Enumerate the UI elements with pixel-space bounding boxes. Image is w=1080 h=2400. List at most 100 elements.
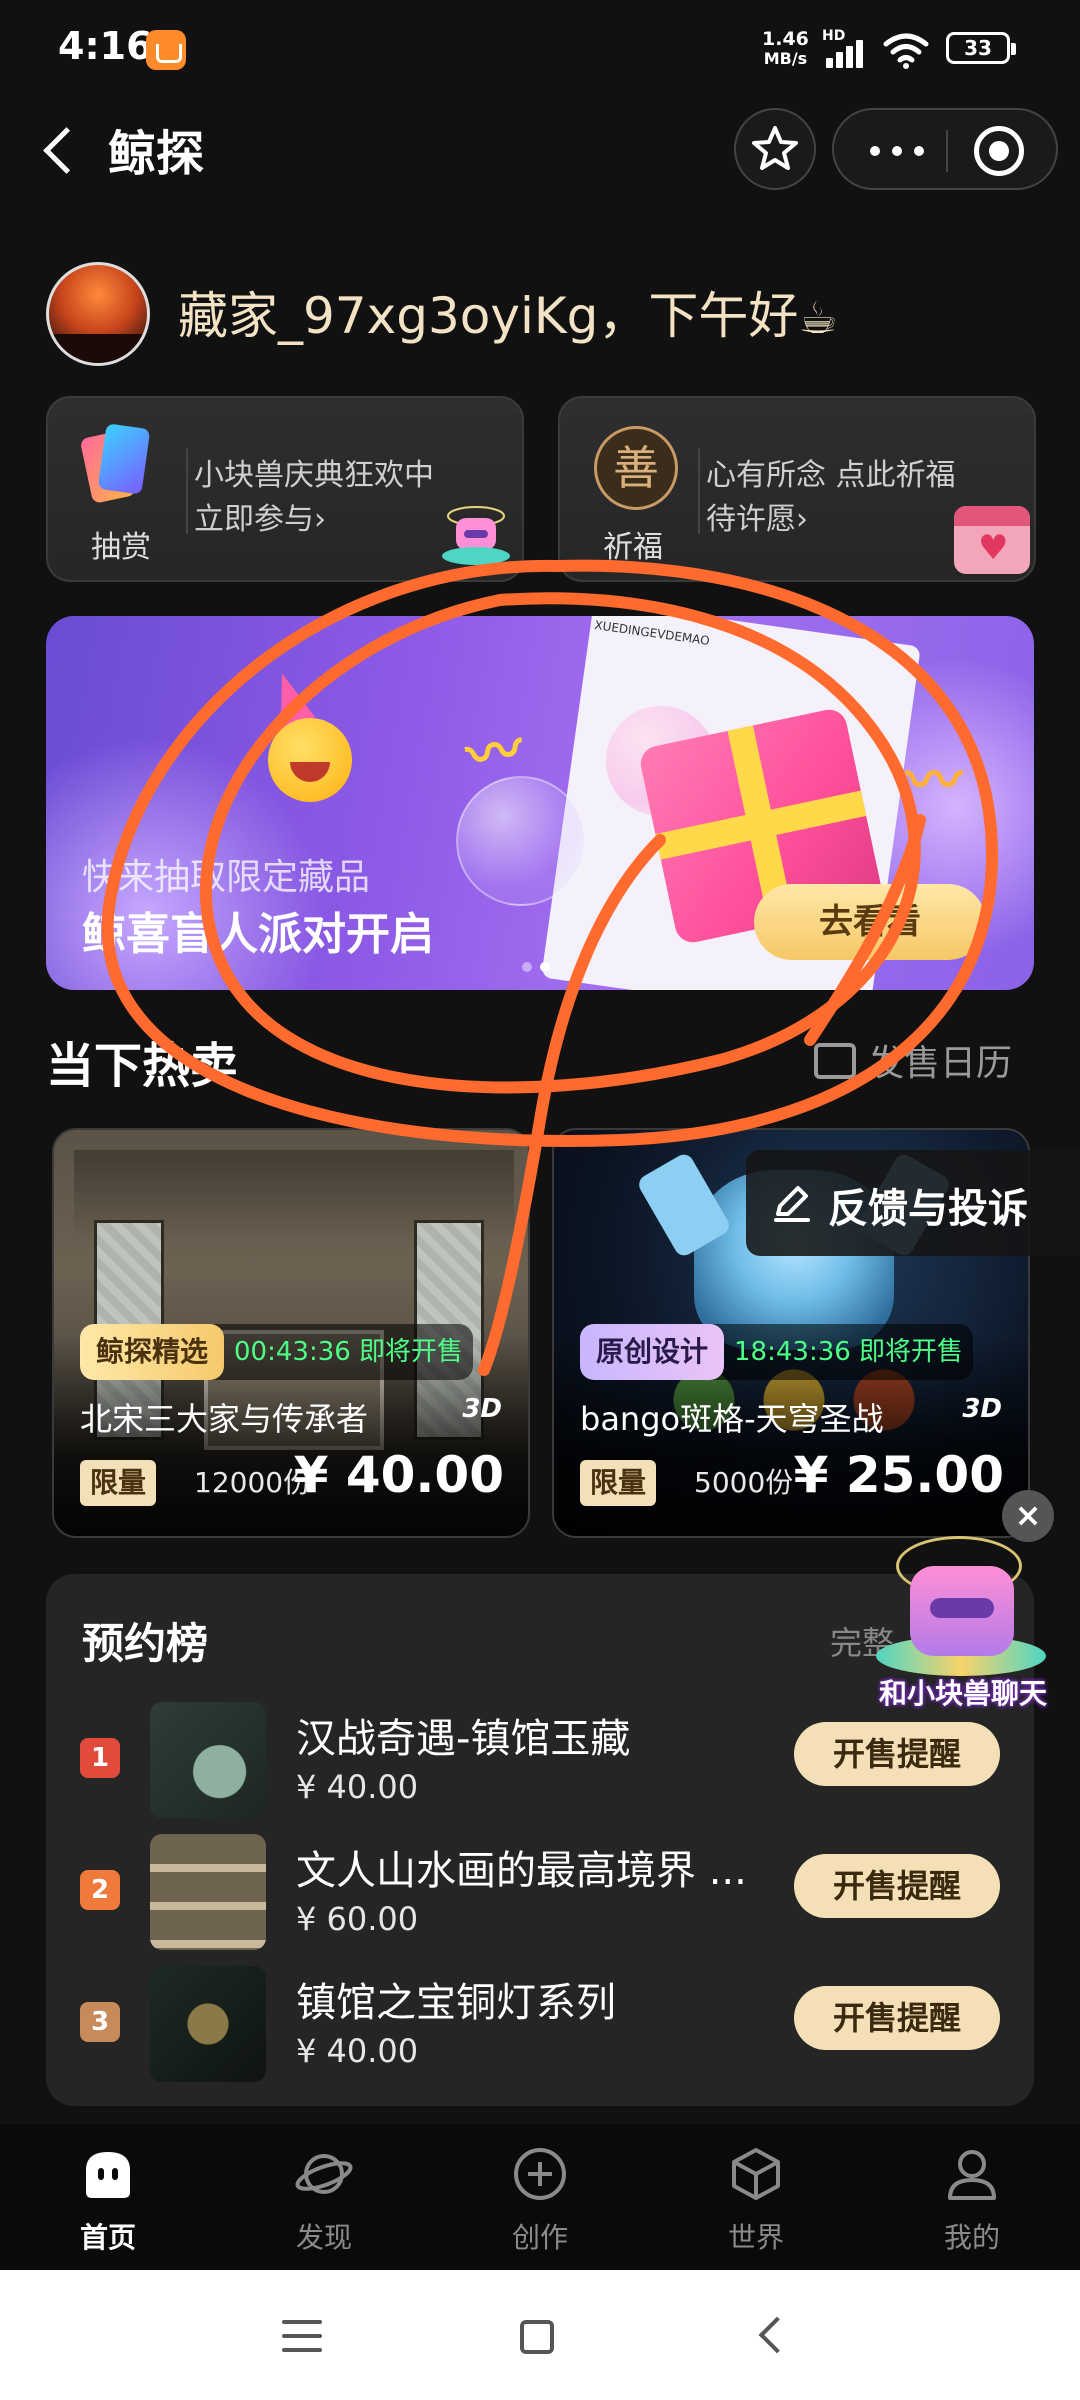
product-quantity: 5000份 [694, 1466, 794, 1499]
wifi-icon [883, 33, 929, 69]
close-icon[interactable]: × [1002, 1490, 1054, 1542]
heart-calendar-icon [954, 506, 1030, 574]
entry-divider [186, 448, 188, 534]
shopping-bag-icon [146, 30, 186, 70]
tab-discover[interactable]: 发现 [254, 2138, 394, 2258]
tab-profile[interactable]: 我的 [902, 2138, 1042, 2258]
battery-indicator: 33 [946, 32, 1016, 64]
chat-mascot-label: 和小块兽聊天 [878, 1677, 1047, 1710]
tab-label: 发现 [295, 2221, 352, 2254]
product-name: bango斑格-天穹圣战 [580, 1400, 884, 1438]
banner-dot [522, 962, 532, 972]
sale-reminder-button[interactable]: 开售提醒 [794, 1986, 1000, 2050]
product-tag: 鲸探精选 00:43:36 即将开售 [80, 1324, 474, 1380]
status-time: 4:16 [58, 24, 153, 68]
cards-icon [76, 423, 186, 536]
squiggle-decoration: 〰 [461, 716, 529, 791]
item-price: ¥ 60.00 [296, 1900, 419, 1938]
entry-icon-label: 抽赏 [91, 530, 151, 565]
blessing-seal-glyph: 善 [594, 426, 678, 510]
banner-cta-button[interactable]: 去看看 [754, 884, 986, 960]
banner-subtitle: 快来抽取限定藏品 [82, 857, 371, 898]
page-title: 鲸探 [108, 126, 205, 182]
bottom-tab-bar: 首页 发现 创作 世界 我的 [0, 2124, 1080, 2270]
product-countdown: 00:43:36 即将开售 [234, 1337, 464, 1367]
more-dots-icon[interactable] [870, 140, 930, 160]
feedback-button[interactable]: 反馈与投诉 [746, 1150, 1080, 1256]
board-title: 预约榜 [82, 1619, 209, 1668]
status-bar: 4:16 1.46 MB/s HD 33 [0, 0, 1080, 100]
sale-reminder-button[interactable]: 开售提醒 [794, 1854, 1000, 1918]
back-icon[interactable] [742, 2306, 802, 2366]
product-tag-label: 鲸探精选 [80, 1324, 225, 1380]
rank-badge: 2 [80, 1870, 120, 1910]
mascot-face [910, 1566, 1014, 1656]
rank-badge: 3 [80, 2002, 120, 2042]
target-circle-icon[interactable] [974, 126, 1024, 176]
list-item[interactable]: 1 汉战奇遇-镇馆玉藏 ¥ 40.00 开售提醒 [46, 1702, 1034, 1822]
back-chevron-icon[interactable] [30, 114, 90, 178]
greeting-text: 藏家_97xg3oyiKg，下午好☕ [178, 276, 838, 348]
tab-home[interactable]: 首页 [38, 2138, 178, 2258]
tab-label: 我的 [943, 2221, 1000, 2254]
smiley-icon [268, 718, 352, 802]
mini-app-header: 鲸探 [0, 100, 1080, 196]
sale-reminder-button[interactable]: 开售提醒 [794, 1722, 1000, 1786]
menu-icon[interactable] [272, 2306, 332, 2366]
coffee-icon: ☕ [798, 293, 838, 344]
banner-title: 鲸喜盲人派对开启 [82, 909, 434, 960]
planet-icon [295, 2154, 353, 2194]
star-icon [752, 126, 798, 170]
tab-create[interactable]: 创作 [470, 2138, 610, 2258]
release-calendar-label: 发售日历 [868, 1043, 1013, 1084]
person-icon [948, 2150, 996, 2200]
pencil-icon [774, 1186, 810, 1222]
product-price: ¥ 25.00 [793, 1446, 1004, 1504]
blessing-seal-icon: 善 [588, 426, 698, 536]
product-card[interactable]: 鲸探精选 00:43:36 即将开售 北宋三大家与传承者 3D 限量 12000份… [52, 1128, 530, 1538]
item-thumbnail [150, 1966, 266, 2082]
avatar[interactable] [46, 262, 150, 366]
banner-dot-active [540, 962, 550, 972]
list-item[interactable]: 3 镇馆之宝铜灯系列 ¥ 40.00 开售提醒 [46, 1966, 1034, 2086]
item-price: ¥ 40.00 [296, 2032, 419, 2070]
item-name: 镇馆之宝铜灯系列 [296, 1980, 616, 2026]
entry-line-2: 立即参与› [194, 502, 326, 537]
product-tag: 原创设计 18:43:36 即将开售 [580, 1324, 974, 1380]
limited-badge: 限量 [80, 1460, 157, 1506]
product-tag-label: 原创设计 [580, 1324, 725, 1380]
section-title-hot: 当下热卖 [46, 1038, 239, 1094]
promo-banner[interactable]: XUEDINGEVDEMAO 〰 〰 快来抽取限定藏品 鲸喜盲人派对开启 去看看 [46, 616, 1034, 990]
tab-label: 世界 [727, 2221, 784, 2254]
item-name: 汉战奇遇-镇馆玉藏 [296, 1716, 631, 1762]
list-item[interactable]: 2 文人山水画的最高境界 ... ¥ 60.00 开售提醒 [46, 1834, 1034, 1954]
network-speed: 1.46 MB/s [762, 28, 809, 69]
system-navigation-bar [0, 2270, 1080, 2400]
banner-bubble [456, 776, 586, 906]
cube-icon [732, 2148, 780, 2200]
favorite-button[interactable] [734, 108, 816, 190]
mini-app-capsule [832, 108, 1058, 190]
release-calendar-link[interactable]: 发售日历 [814, 1034, 1013, 1084]
home-icon [86, 2152, 130, 2198]
entry-icon-label: 祈福 [603, 530, 663, 565]
signal-icon [826, 38, 876, 68]
item-name: 文人山水画的最高境界 ... [296, 1848, 747, 1894]
entry-card-blessing[interactable]: 善 祈福 心有所念 点此祈福 待许愿› [558, 396, 1036, 582]
3d-icon: 3D [462, 1394, 502, 1424]
3d-icon: 3D [962, 1394, 1002, 1424]
plus-circle-icon [514, 2148, 566, 2200]
item-thumbnail [150, 1834, 266, 1950]
entry-line-2: 待许愿› [706, 502, 808, 537]
rank-badge: 1 [80, 1738, 120, 1778]
chat-mascot[interactable]: × 和小块兽聊天 [862, 1490, 1060, 1716]
limited-badge: 限量 [580, 1460, 657, 1506]
feedback-label: 反馈与投诉 [828, 1186, 1028, 1232]
entry-divider [698, 448, 700, 534]
network-speed-value: 1.46 [762, 28, 809, 50]
home-square-icon[interactable] [506, 2306, 566, 2366]
entry-card-lottery[interactable]: 抽赏 小块兽庆典狂欢中 立即参与› [46, 396, 524, 582]
tab-label: 创作 [511, 2221, 568, 2254]
tab-world[interactable]: 世界 [686, 2138, 826, 2258]
network-speed-unit: MB/s [763, 49, 808, 68]
